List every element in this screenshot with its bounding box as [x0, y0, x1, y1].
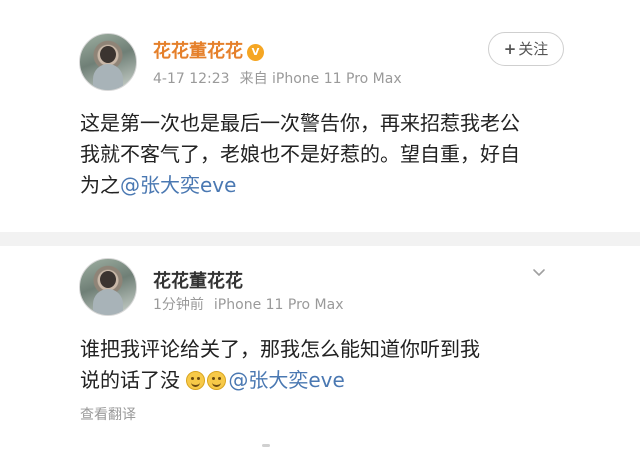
post-divider	[0, 232, 640, 246]
text-line: 这是第一次也是最后一次警告你，再来招惹我老公	[80, 111, 520, 135]
scroll-indicator	[262, 444, 270, 447]
text-line: 说的话了没 @张大奕eve	[80, 365, 580, 396]
follow-label: 关注	[518, 40, 549, 58]
mention-link[interactable]: @张大奕eve	[228, 368, 344, 392]
post-meta: 4-17 12:23 来自 iPhone 11 Pro Max	[153, 68, 412, 88]
plus-icon: +	[503, 40, 517, 58]
text-fragment: 为之	[80, 173, 120, 197]
avatar-body	[93, 64, 123, 90]
username[interactable]: 花花董花花	[153, 267, 243, 293]
smile-icon	[207, 371, 227, 390]
username-label: 花花董花花	[153, 41, 243, 62]
vip-icon: V	[247, 44, 264, 61]
post-meta: 1分钟前 iPhone 11 Pro Max	[153, 294, 354, 314]
avatar[interactable]	[79, 33, 137, 91]
avatar-head	[100, 46, 116, 63]
post-text: 谁把我评论给关了，那我怎么能知道你听到我 说的话了没 @张大奕eve	[80, 334, 580, 396]
avatar-head	[100, 271, 116, 288]
post-text: 这是第一次也是最后一次警告你，再来招惹我老公 我就不客气了，老娘也不是好惹的。望…	[80, 108, 580, 201]
weibo-post: 花花董花花 V 4-17 12:23 来自 iPhone 11 Pro Max + 关…	[0, 0, 640, 232]
text-line: 谁把我评论给关了，那我怎么能知道你听到我	[80, 337, 480, 361]
text-fragment: 说的话了没	[80, 368, 180, 392]
smile-icon	[186, 371, 206, 390]
translate-link[interactable]: 查看翻译	[80, 404, 136, 424]
text-line: 我就不客气了，老娘也不是好惹的。望自重，好自	[80, 142, 520, 166]
mention-link[interactable]: @张大奕eve	[120, 173, 236, 197]
chevron-down-icon[interactable]	[532, 266, 546, 280]
avatar[interactable]	[79, 258, 137, 316]
follow-button[interactable]: + 关注	[488, 32, 564, 66]
post-time: 1分钟前	[153, 297, 204, 313]
weibo-post: 花花董花花 1分钟前 iPhone 11 Pro Max 谁把我评论给关了，那我怎…	[0, 246, 640, 453]
username[interactable]: 花花董花花 V	[153, 37, 264, 63]
post-source: 来自 iPhone 11 Pro Max	[239, 71, 402, 87]
post-device: iPhone 11 Pro Max	[213, 297, 344, 313]
post-date: 4-17 12:23	[153, 71, 230, 87]
avatar-body	[93, 289, 123, 315]
text-line: 为之@张大奕eve	[80, 170, 580, 201]
